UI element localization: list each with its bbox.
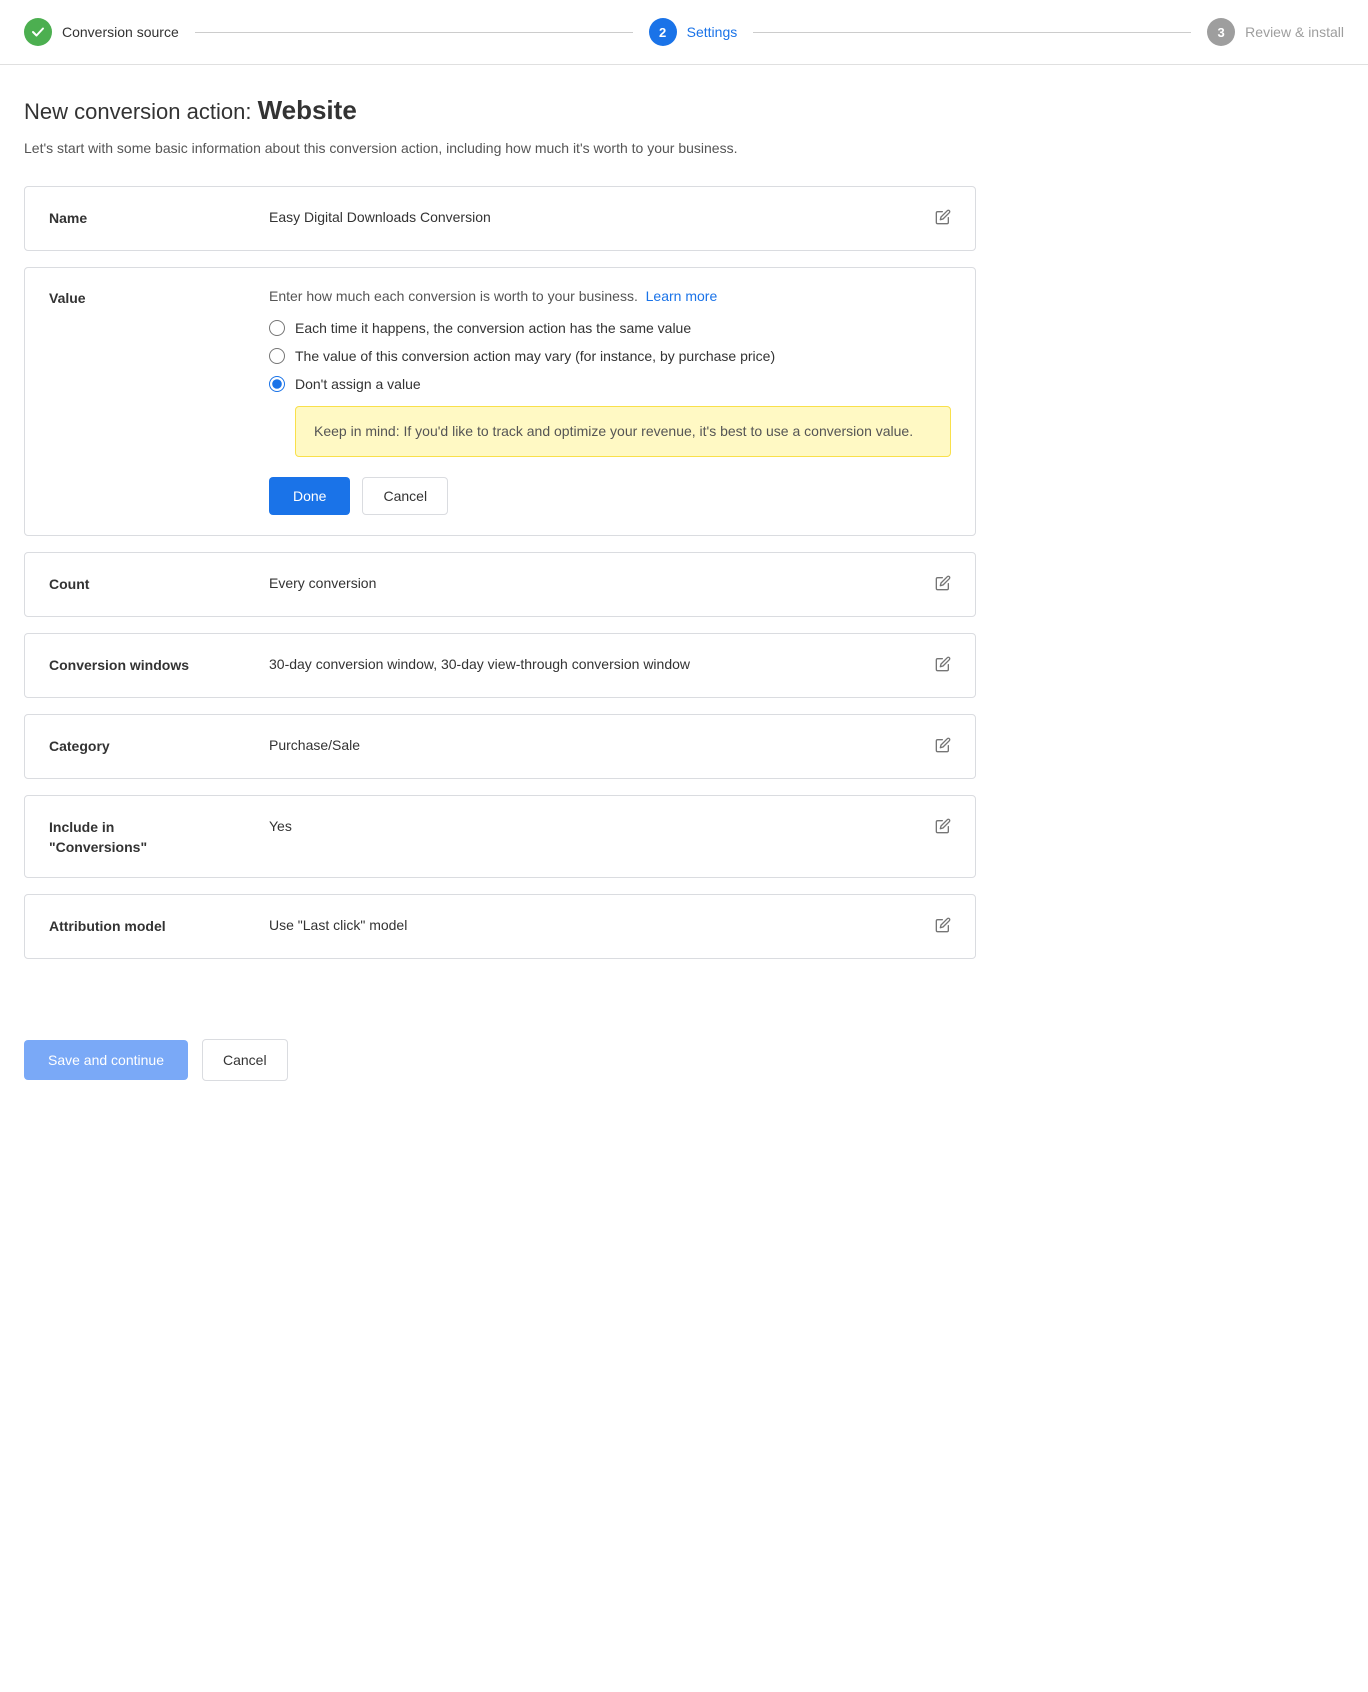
category-edit-icon[interactable] [935,737,951,758]
radio-same-value-input[interactable] [269,320,285,336]
value-section: Value Enter how much each conversion is … [24,267,976,536]
count-edit-icon[interactable] [935,575,951,596]
bottom-actions: Save and continue Cancel [0,1015,1368,1121]
include-in-conversions-value: Yes [269,816,919,834]
learn-more-link[interactable]: Learn more [646,288,718,304]
value-warning-box: Keep in mind: If you'd like to track and… [295,406,951,457]
include-in-conversions-section: Include in"Conversions" Yes [24,795,976,878]
count-row: Count Every conversion [25,553,975,616]
step-connector-2 [753,32,1191,33]
value-section-content: Value Enter how much each conversion is … [25,268,975,535]
count-section: Count Every conversion [24,552,976,617]
conversion-windows-edit-icon[interactable] [935,656,951,677]
step-label-3: Review & install [1245,24,1344,40]
value-label: Value [49,288,269,306]
step-circle-2: 2 [649,18,677,46]
value-description: Enter how much each conversion is worth … [269,288,951,304]
page-subtitle: Let's start with some basic information … [24,140,976,156]
include-in-conversions-edit[interactable] [919,816,951,839]
step-label-1: Conversion source [62,24,179,40]
category-edit[interactable] [919,735,951,758]
include-in-conversions-label: Include in"Conversions" [49,816,269,857]
stepper: Conversion source 2 Settings 3 Review & … [0,0,1368,65]
attribution-model-row: Attribution model Use "Last click" model [25,895,975,958]
include-in-conversions-edit-icon[interactable] [935,818,951,839]
step-review-install: 3 Review & install [1207,18,1344,46]
name-value: Easy Digital Downloads Conversion [269,207,919,225]
radio-no-value-label: Don't assign a value [295,376,421,392]
value-content: Enter how much each conversion is worth … [269,288,951,515]
attribution-model-edit[interactable] [919,915,951,938]
bottom-cancel-button[interactable]: Cancel [202,1039,288,1081]
conversion-windows-section: Conversion windows 30-day conversion win… [24,633,976,698]
radio-no-value-input[interactable] [269,376,285,392]
category-label: Category [49,735,269,757]
name-edit[interactable] [919,207,951,230]
step-connector-1 [195,32,633,33]
radio-same-value[interactable]: Each time it happens, the conversion act… [269,320,951,336]
value-button-row: Done Cancel [269,477,951,515]
conversion-windows-row: Conversion windows 30-day conversion win… [25,634,975,697]
radio-variable-value-input[interactable] [269,348,285,364]
name-section: Name Easy Digital Downloads Conversion [24,186,976,251]
main-content: New conversion action: Website Let's sta… [0,65,1000,1015]
step-label-2: Settings [687,24,738,40]
attribution-model-section: Attribution model Use "Last click" model [24,894,976,959]
count-label: Count [49,573,269,595]
radio-variable-value[interactable]: The value of this conversion action may … [269,348,951,364]
save-and-continue-button[interactable]: Save and continue [24,1040,188,1080]
category-section: Category Purchase/Sale [24,714,976,779]
page-title: New conversion action: Website [24,95,976,126]
category-value: Purchase/Sale [269,735,919,753]
name-edit-icon[interactable] [935,209,951,230]
checkmark-icon [31,25,45,39]
radio-no-value[interactable]: Don't assign a value [269,376,951,392]
category-row: Category Purchase/Sale [25,715,975,778]
step-circle-1 [24,18,52,46]
attribution-model-edit-icon[interactable] [935,917,951,938]
attribution-model-label: Attribution model [49,915,269,937]
conversion-windows-label: Conversion windows [49,654,269,676]
conversion-windows-edit[interactable] [919,654,951,677]
radio-same-value-label: Each time it happens, the conversion act… [295,320,691,336]
value-cancel-button[interactable]: Cancel [362,477,448,515]
attribution-model-value: Use "Last click" model [269,915,919,933]
step-settings: 2 Settings [649,18,738,46]
value-label-row: Value Enter how much each conversion is … [49,288,951,515]
include-in-conversions-row: Include in"Conversions" Yes [25,796,975,877]
count-edit[interactable] [919,573,951,596]
name-label: Name [49,207,269,229]
step-conversion-source: Conversion source [24,18,179,46]
conversion-windows-value: 30-day conversion window, 30-day view-th… [269,654,919,672]
name-row: Name Easy Digital Downloads Conversion [25,187,975,250]
step-circle-3: 3 [1207,18,1235,46]
done-button[interactable]: Done [269,477,350,515]
radio-variable-value-label: The value of this conversion action may … [295,348,775,364]
count-value: Every conversion [269,573,919,591]
